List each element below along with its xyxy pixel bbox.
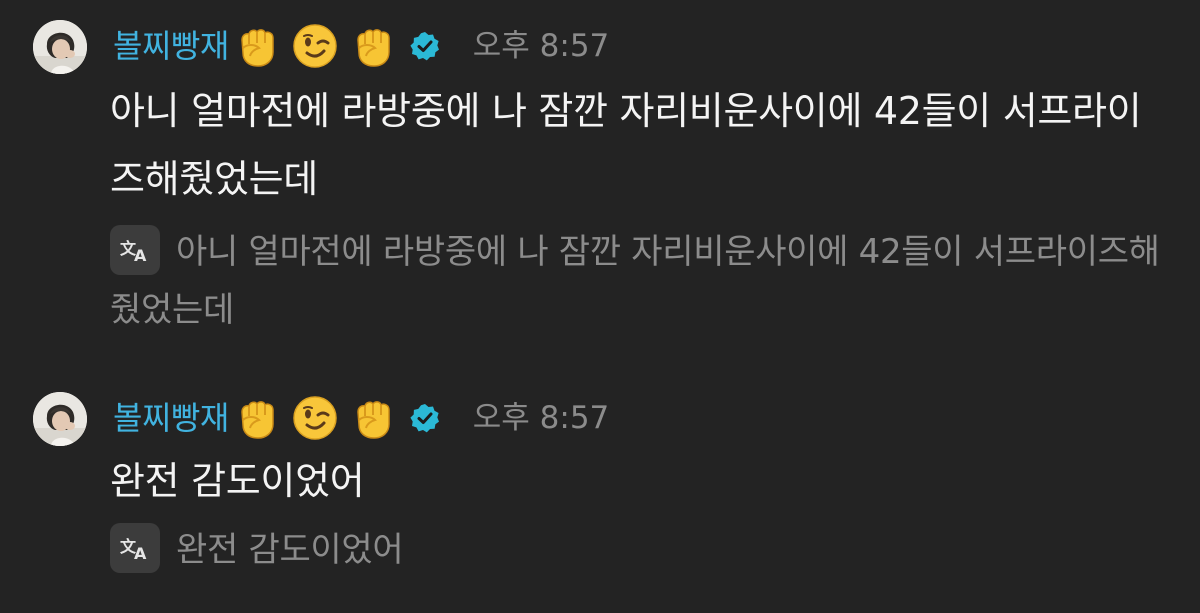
timestamp: 오후 8:57: [472, 28, 610, 64]
avatar[interactable]: [33, 20, 87, 74]
raised-fist-emoji-icon: [233, 394, 281, 442]
winking-face-emoji-icon: [291, 394, 339, 442]
chat-view: 볼찌빵재 오후 8:57 아니 얼마전에 라방중에 나 잠깐 자리비운사이에 4…: [0, 0, 1200, 613]
verified-badge-icon: [409, 30, 441, 62]
username[interactable]: 볼찌빵재: [113, 392, 229, 444]
translation-text: 아니 얼마전에 라방중에 나 잠깐 자리비운사이에 42들이 서프라이즈해줬었는…: [110, 232, 1160, 330]
message-header: 볼찌빵재 오후 8:57: [113, 20, 609, 72]
raised-fist-emoji-icon: [233, 22, 281, 70]
translation-text: 완전 감도이었어: [176, 530, 404, 570]
translate-icon[interactable]: 文A: [110, 522, 160, 573]
svg-text:A: A: [134, 246, 147, 265]
raised-fist-emoji-icon: [349, 394, 397, 442]
verified-badge-icon: [409, 402, 441, 434]
raised-fist-emoji-icon: [349, 22, 397, 70]
translation-block: 文 A 아니 얼마전에 라방중에 나 잠깐 자리비운사이에 42들이 서프라이즈해줬…: [110, 223, 1180, 339]
svg-text:A: A: [134, 544, 147, 563]
avatar[interactable]: [33, 392, 87, 446]
message-text: 완전 감도이었어: [110, 459, 365, 503]
message-header: 볼찌빵재 오후 8:57: [113, 392, 609, 444]
message-text: 아니 얼마전에 라방중에 나 잠깐 자리비운사이에 42들이 서프라이즈해줬었는…: [110, 89, 1142, 201]
username[interactable]: 볼찌빵재: [113, 20, 229, 72]
translate-icon[interactable]: 文A: [110, 224, 160, 275]
translation-block: 文 A 완전 감도이었어: [110, 521, 1180, 579]
winking-face-emoji-icon: [291, 22, 339, 70]
timestamp: 오후 8:57: [472, 400, 610, 436]
